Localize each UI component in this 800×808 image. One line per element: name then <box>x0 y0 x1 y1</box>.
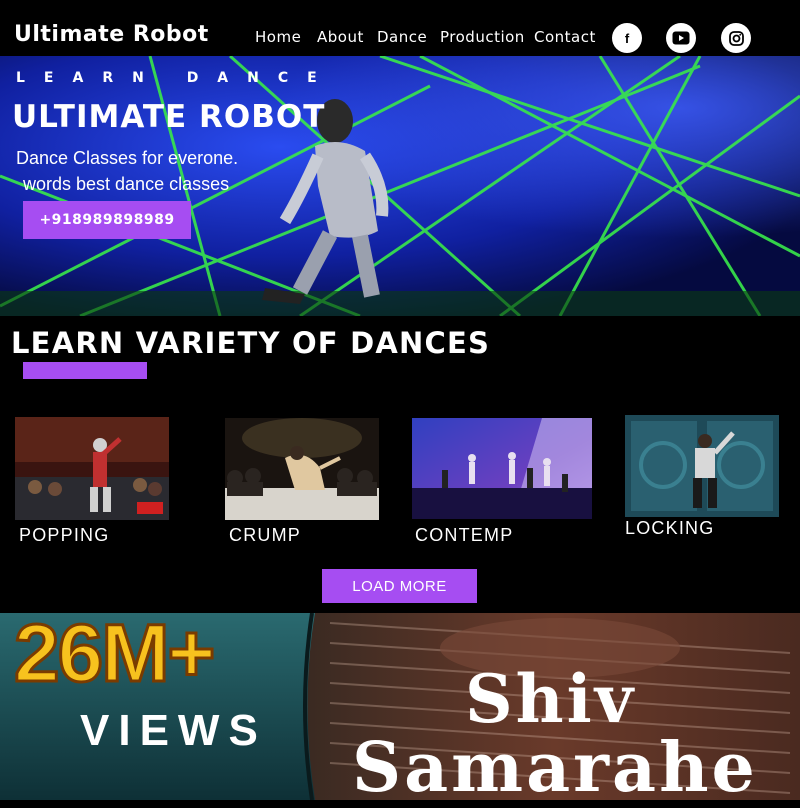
nav-production-link[interactable]: Production <box>440 28 525 46</box>
contemp-label[interactable]: CONTEMP <box>415 525 513 546</box>
instagram-glyph <box>728 30 744 46</box>
phone-button[interactable]: +918989898989 <box>23 201 191 239</box>
popping-image[interactable] <box>15 417 169 520</box>
video-title-line-2: Samarahe <box>352 728 758 808</box>
youtube-glyph <box>672 31 690 45</box>
facebook-glyph: f <box>624 30 630 46</box>
title-accent-bar <box>23 362 147 379</box>
nav-dance-link[interactable]: Dance <box>377 28 427 46</box>
facebook-icon[interactable]: f <box>612 23 642 53</box>
locking-image[interactable] <box>625 415 779 517</box>
locking-label[interactable]: LOCKING <box>625 518 714 539</box>
nav-contact-link[interactable]: Contact <box>534 28 596 46</box>
nav-about-link[interactable]: About <box>317 28 364 46</box>
views-count: 26M+ <box>12 607 216 701</box>
video-title-line-1: Shiv <box>465 660 637 738</box>
youtube-icon[interactable] <box>666 23 696 53</box>
load-more-button[interactable]: LOAD MORE <box>322 569 477 603</box>
popping-label[interactable]: POPPING <box>19 525 109 546</box>
contemp-image[interactable] <box>412 418 592 519</box>
crump-image[interactable] <box>225 418 379 520</box>
nav-home-link[interactable]: Home <box>255 28 301 46</box>
crump-label[interactable]: CRUMP <box>229 525 301 546</box>
hero-eyebrow: LEARN DANCE <box>16 70 336 86</box>
hero-subtitle: Dance Classes for everone. words best da… <box>16 145 238 197</box>
hero-subtitle-line-1: Dance Classes for everone. <box>16 148 239 168</box>
section-title: LEARN VARIETY OF DANCES <box>11 326 491 360</box>
site-brand[interactable]: Ultimate Robot <box>14 22 209 47</box>
hero-subtitle-line-2: words best dance classes <box>23 174 230 194</box>
hero-title: ULTIMATE ROBOT <box>12 99 326 135</box>
views-label: VIEWS <box>80 706 267 755</box>
instagram-icon[interactable] <box>721 23 751 53</box>
